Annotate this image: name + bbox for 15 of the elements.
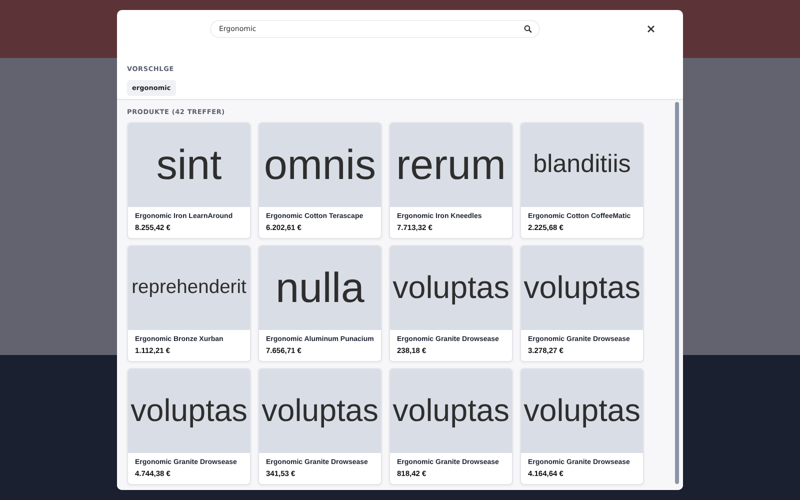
picture: reprehenderit <box>128 246 250 330</box>
picture: voluptas <box>390 246 512 330</box>
picture: blanditiis <box>521 123 643 207</box>
picture: sint <box>128 123 250 207</box>
picture: voluptas <box>521 369 643 453</box>
picture: nulla <box>259 246 381 330</box>
picture: voluptas <box>259 369 381 453</box>
close-icon[interactable] <box>646 24 656 34</box>
picture: voluptas <box>390 369 512 453</box>
picture: voluptas <box>521 246 643 330</box>
search-icon[interactable] <box>524 25 532 33</box>
picture: voluptas <box>128 369 250 453</box>
picture: omnis <box>259 123 381 207</box>
scrollbar[interactable] <box>675 102 679 484</box>
picture: rerum <box>390 123 512 207</box>
